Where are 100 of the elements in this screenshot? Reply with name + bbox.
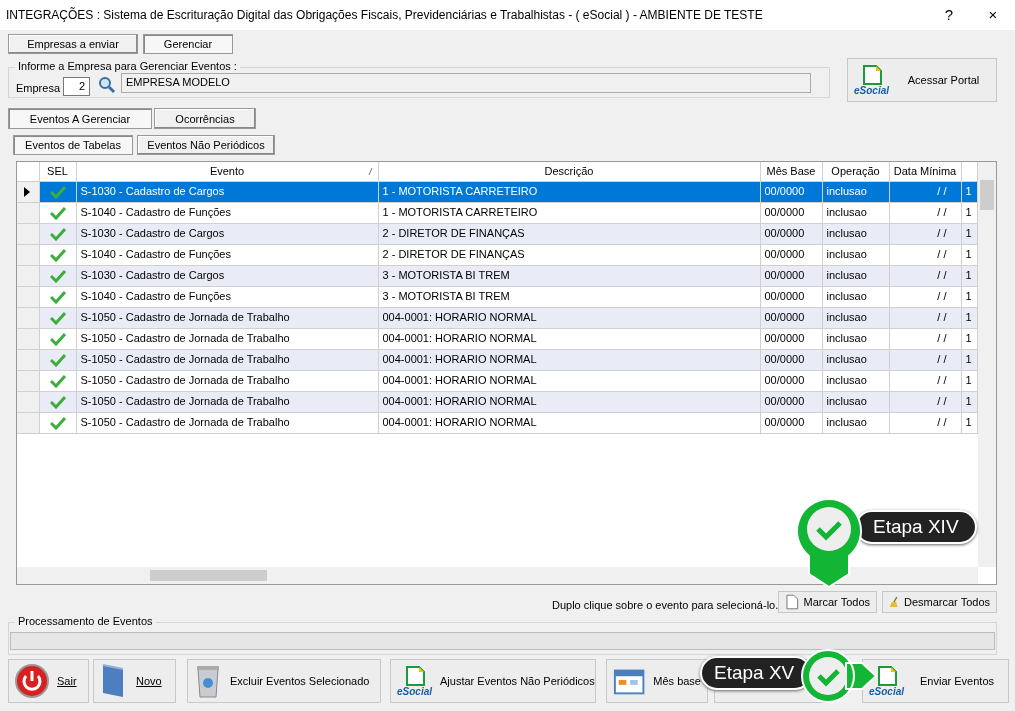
table-cell: 1	[961, 412, 977, 433]
select-button[interactable]: Desmarcar Todos	[882, 591, 997, 613]
hint-text: Duplo clique sobre o evento para selecioná-lo.	[552, 598, 779, 613]
table-cell: S-1050 - Cadastro de Jornada de Trabalho	[76, 370, 378, 391]
table-cell: 004-0001: HORARIO NORMAL	[378, 412, 760, 433]
help-button[interactable]: ?	[927, 3, 971, 27]
tab[interactable]: Eventos Não Periódicos	[137, 135, 275, 155]
tab[interactable]: Eventos de Tabelas	[13, 135, 133, 155]
table-cell: 1 - MOTORISTA CARRETEIRO	[378, 202, 760, 223]
table-cell: 3 - MOTORISTA BI TREM	[378, 286, 760, 307]
table-row[interactable]: S-1050 - Cadastro de Jornada de Trabalho 004-0001: HORARIO NORMAL 00/0000 inclusao / / 1	[17, 412, 977, 433]
table-row[interactable]: S-1030 - Cadastro de Cargos 3 - MOTORISTA BI TREM 00/0000 inclusao / / 1	[17, 265, 977, 286]
esocial-logo: eSocial	[869, 665, 905, 697]
table-cell: inclusao	[822, 328, 889, 349]
esocial-logo: eSocial	[397, 665, 433, 697]
table-cell: 1	[961, 286, 977, 307]
document-icon	[860, 64, 883, 86]
table-cell: S-1040 - Cadastro de Funções	[76, 202, 378, 223]
table-cell: 00/0000	[760, 412, 822, 433]
table-cell: 004-0001: HORARIO NORMAL	[378, 307, 760, 328]
column-header[interactable]: SEL	[39, 162, 76, 181]
column-header[interactable]: Evento	[76, 162, 378, 181]
document-icon	[875, 665, 898, 687]
toolbar-button[interactable]: eSocial Enviar Eventos	[862, 659, 1009, 703]
table-cell: 1 - MOTORISTA CARRETEIRO	[378, 181, 760, 202]
column-header[interactable]: Descrição	[378, 162, 760, 181]
vertical-scrollbar[interactable]	[978, 162, 996, 567]
table-cell: 00/0000	[760, 202, 822, 223]
table-cell: inclusao	[822, 412, 889, 433]
table-row[interactable]: S-1030 - Cadastro de Cargos 2 - DIRETOR DE FINANÇAS 00/0000 inclusao / / 1	[17, 223, 977, 244]
table-cell: / /	[889, 244, 961, 265]
portal-button[interactable]: eSocial Acessar Portal	[847, 58, 997, 102]
broom-icon	[889, 594, 899, 610]
table-cell: S-1030 - Cadastro de Cargos	[76, 181, 378, 202]
table-row[interactable]: S-1050 - Cadastro de Jornada de Trabalho 004-0001: HORARIO NORMAL 00/0000 inclusao / / 1	[17, 391, 977, 412]
toolbar-button[interactable]: Excluir Eventos Selecionado	[187, 659, 381, 703]
toolbar-button[interactable]: eSocial Ajustar Eventos Não Periódicos	[390, 659, 596, 703]
close-button[interactable]: ×	[971, 3, 1015, 27]
table-cell: 2 - DIRETOR DE FINANÇAS	[378, 223, 760, 244]
table-cell: inclusao	[822, 202, 889, 223]
table-cell: 1	[961, 202, 977, 223]
table-row[interactable]: S-1040 - Cadastro de Funções 1 - MOTORISTA CARRETEIRO 00/0000 inclusao / / 1	[17, 202, 977, 223]
toolbar-button[interactable]: Novo	[93, 659, 176, 703]
table-cell: 00/0000	[760, 328, 822, 349]
table-cell: 004-0001: HORARIO NORMAL	[378, 370, 760, 391]
field-label: Empresa	[16, 81, 61, 96]
table-row[interactable]: S-1050 - Cadastro de Jornada de Trabalho 004-0001: HORARIO NORMAL 00/0000 inclusao / / 1	[17, 370, 977, 391]
company-code-field[interactable]: 2	[63, 77, 90, 96]
table-cell: / /	[889, 286, 961, 307]
tab[interactable]: Gerenciar	[143, 34, 233, 54]
table-cell: 004-0001: HORARIO NORMAL	[378, 349, 760, 370]
table-row[interactable]: S-1030 - Cadastro de Cargos 1 - MOTORISTA CARRETEIRO 00/0000 inclusao / / 1	[17, 181, 977, 202]
table-cell: S-1050 - Cadastro de Jornada de Trabalho	[76, 307, 378, 328]
table-row[interactable]: S-1050 - Cadastro de Jornada de Trabalho 004-0001: HORARIO NORMAL 00/0000 inclusao / / 1	[17, 328, 977, 349]
toolbar-button[interactable]: Mês base	[606, 659, 708, 703]
table-cell: S-1050 - Cadastro de Jornada de Trabalho	[76, 328, 378, 349]
table-cell: S-1050 - Cadastro de Jornada de Trabalho	[76, 349, 378, 370]
document-icon	[403, 665, 426, 687]
power-icon	[15, 664, 49, 698]
trash-icon	[194, 663, 222, 699]
row-pointer-icon	[23, 187, 31, 198]
column-header[interactable]: Operação	[822, 162, 889, 181]
window-title: INTEGRAÇÕES : Sistema de Escrituração Digital das Obrigações Fiscais, Previdenciárias e Trabalhistas - ( eSocial ) - AMBIENTE DE TESTE	[6, 6, 764, 24]
company-name-field: EMPRESA MODELO	[121, 73, 811, 93]
table-cell: / /	[889, 328, 961, 349]
table-cell: / /	[889, 370, 961, 391]
horizontal-scrollbar[interactable]	[17, 567, 978, 584]
table-cell: inclusao	[822, 244, 889, 265]
table-row[interactable]: S-1040 - Cadastro de Funções 3 - MOTORISTA BI TREM 00/0000 inclusao / / 1	[17, 286, 977, 307]
table-cell: 004-0001: HORARIO NORMAL	[378, 328, 760, 349]
table-cell: 2 - DIRETOR DE FINANÇAS	[378, 244, 760, 265]
table-cell: 1	[961, 370, 977, 391]
table-row[interactable]: S-1050 - Cadastro de Jornada de Trabalho 004-0001: HORARIO NORMAL 00/0000 inclusao / / 1	[17, 307, 977, 328]
table-cell: S-1050 - Cadastro de Jornada de Trabalho	[76, 412, 378, 433]
toolbar-button[interactable]: Sair	[8, 659, 89, 703]
esocial-logo: eSocial	[854, 64, 890, 96]
table-cell: 00/0000	[760, 286, 822, 307]
table-cell: 1	[961, 328, 977, 349]
table-cell: 00/0000	[760, 370, 822, 391]
table-cell: S-1040 - Cadastro de Funções	[76, 244, 378, 265]
table-cell: 3 - MOTORISTA BI TREM	[378, 265, 760, 286]
column-header[interactable]: Mês Base	[760, 162, 822, 181]
table-cell: 1	[961, 244, 977, 265]
group-label: Processamento de Eventos	[15, 615, 156, 628]
column-header[interactable]: Data Mínima	[889, 162, 961, 181]
search-icon	[98, 76, 116, 94]
page-icon	[785, 594, 799, 610]
table-cell: / /	[889, 202, 961, 223]
table-row[interactable]: S-1040 - Cadastro de Funções 2 - DIRETOR DE FINANÇAS 00/0000 inclusao / / 1	[17, 244, 977, 265]
table-cell: S-1040 - Cadastro de Funções	[76, 286, 378, 307]
table-row[interactable]: S-1050 - Cadastro de Jornada de Trabalho 004-0001: HORARIO NORMAL 00/0000 inclusao / / 1	[17, 349, 977, 370]
tab[interactable]: Empresas a enviar	[8, 34, 138, 54]
table-cell: inclusao	[822, 286, 889, 307]
table-cell: S-1050 - Cadastro de Jornada de Trabalho	[76, 391, 378, 412]
table-cell: / /	[889, 412, 961, 433]
tab[interactable]: Ocorrências	[154, 108, 256, 129]
group-label: Informe a Empresa para Gerenciar Eventos :	[15, 60, 240, 73]
select-button[interactable]: Marcar Todos	[778, 591, 877, 613]
table-cell: S-1030 - Cadastro de Cargos	[76, 223, 378, 244]
tab[interactable]: Eventos A Gerenciar	[8, 108, 152, 129]
